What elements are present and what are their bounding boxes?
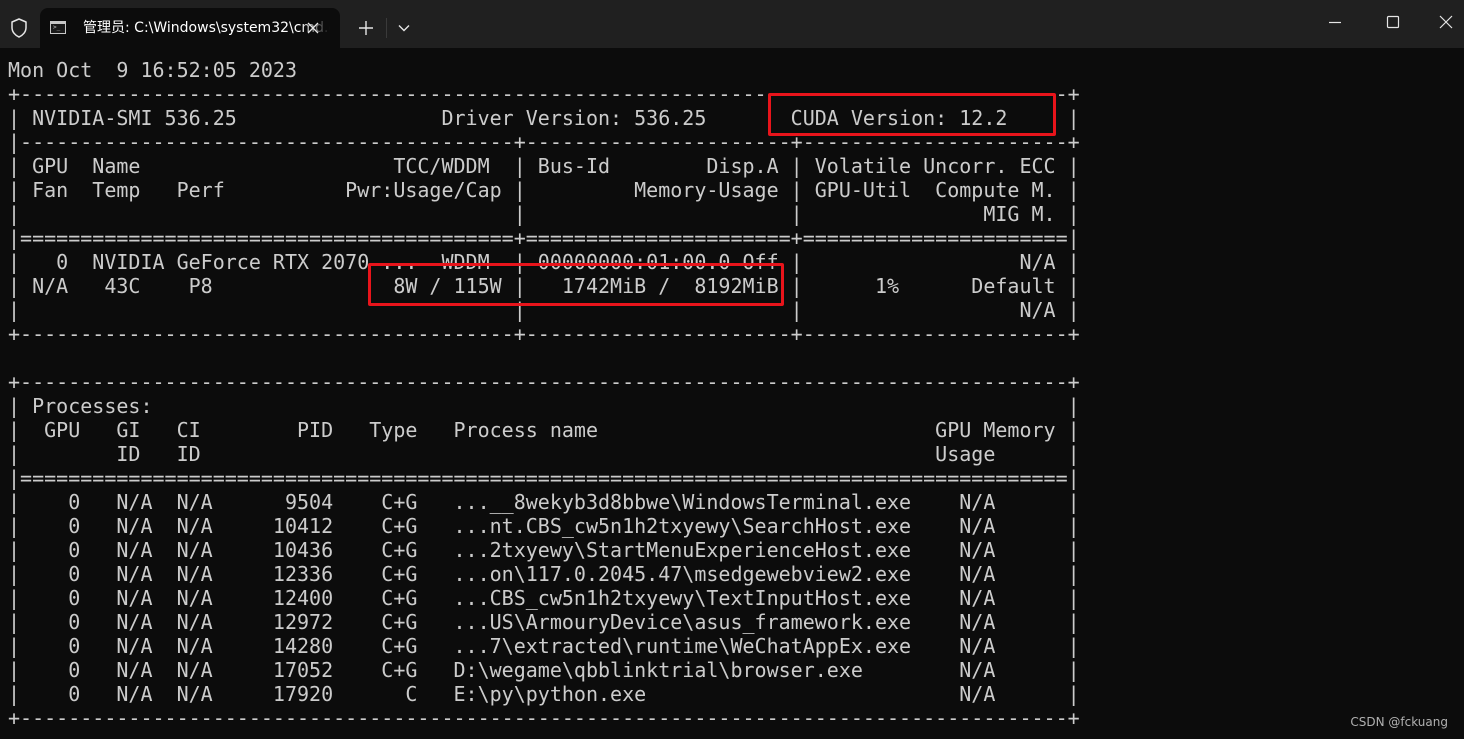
terminal-line: | ID ID Usage | (8, 442, 1080, 466)
watermark: CSDN @fckuang (1350, 715, 1448, 729)
terminal-line: +---------------------------------------… (8, 706, 1080, 730)
terminal-line: | | | MIG M. | (8, 202, 1080, 226)
new-tab-button[interactable] (348, 8, 384, 48)
plus-icon (359, 21, 373, 35)
chevron-down-icon (398, 25, 410, 32)
terminal-line: | 0 N/A N/A 12400 C+G ...CBS_cw5n1h2txye… (8, 586, 1080, 610)
terminal-line: | Fan Temp Perf Pwr:Usage/Cap | Memory-U… (8, 178, 1080, 202)
terminal-line: +---------------------------------------… (8, 370, 1080, 394)
cmd-icon: >_ (50, 21, 66, 34)
maximize-icon (1386, 15, 1400, 29)
tab-title: 管理员: C:\Windows\system32\cmd.exe (83, 20, 330, 36)
terminal-line: | 0 N/A N/A 14280 C+G ...7\extracted\run… (8, 634, 1080, 658)
highlight-cuda-version (768, 93, 1056, 136)
terminal-line: |=======================================… (8, 226, 1080, 250)
terminal-line: | 0 N/A N/A 12972 C+G ...US\ArmouryDevic… (8, 610, 1080, 634)
tab-cmd[interactable]: >_ 管理员: C:\Windows\system32\cmd.exe (40, 8, 340, 48)
maximize-button[interactable] (1370, 0, 1416, 44)
terminal-line: | 0 N/A N/A 12336 C+G ...on\117.0.2045.4… (8, 562, 1080, 586)
terminal-line: +---------------------------------------… (8, 322, 1080, 346)
terminal-window: >_ 管理员: C:\Windows\system32\cmd.exe Mon … (0, 0, 1464, 739)
terminal-output[interactable]: Mon Oct 9 16:52:05 2023 +----------------… (8, 58, 1080, 730)
title-bar[interactable]: >_ 管理员: C:\Windows\system32\cmd.exe (0, 0, 1464, 48)
terminal-line: Mon Oct 9 16:52:05 2023 (8, 58, 297, 82)
terminal-line: | 0 N/A N/A 9504 C+G ...__8wekyb3d8bbwe\… (8, 490, 1080, 514)
terminal-line: | GPU GI CI PID Type Process name GPU Me… (8, 418, 1080, 442)
minimize-icon (1329, 21, 1341, 24)
terminal-line: |=======================================… (8, 466, 1080, 490)
close-icon (307, 22, 319, 34)
close-icon (1439, 15, 1453, 29)
minimize-button[interactable] (1312, 0, 1358, 44)
terminal-line: | Processes: | (8, 394, 1080, 418)
terminal-line: | 0 N/A N/A 17920 C E:\py\python.exe N/A… (8, 682, 1080, 706)
tab-divider (386, 18, 387, 38)
terminal-line: | GPU Name TCC/WDDM | Bus-Id Disp.A | Vo… (8, 154, 1080, 178)
highlight-power-memory-usage (368, 263, 784, 306)
terminal-line: | 0 N/A N/A 10436 C+G ...2txyewy\StartMe… (8, 538, 1080, 562)
close-window-button[interactable] (1428, 0, 1464, 44)
close-tab-button[interactable] (298, 8, 328, 48)
terminal-line: | 0 N/A N/A 17052 C+G D:\wegame\qbblinkt… (8, 658, 1080, 682)
terminal-line: | 0 N/A N/A 10412 C+G ...nt.CBS_cw5n1h2t… (8, 514, 1080, 538)
shield-icon[interactable] (0, 8, 38, 48)
tab-dropdown-button[interactable] (388, 8, 420, 48)
